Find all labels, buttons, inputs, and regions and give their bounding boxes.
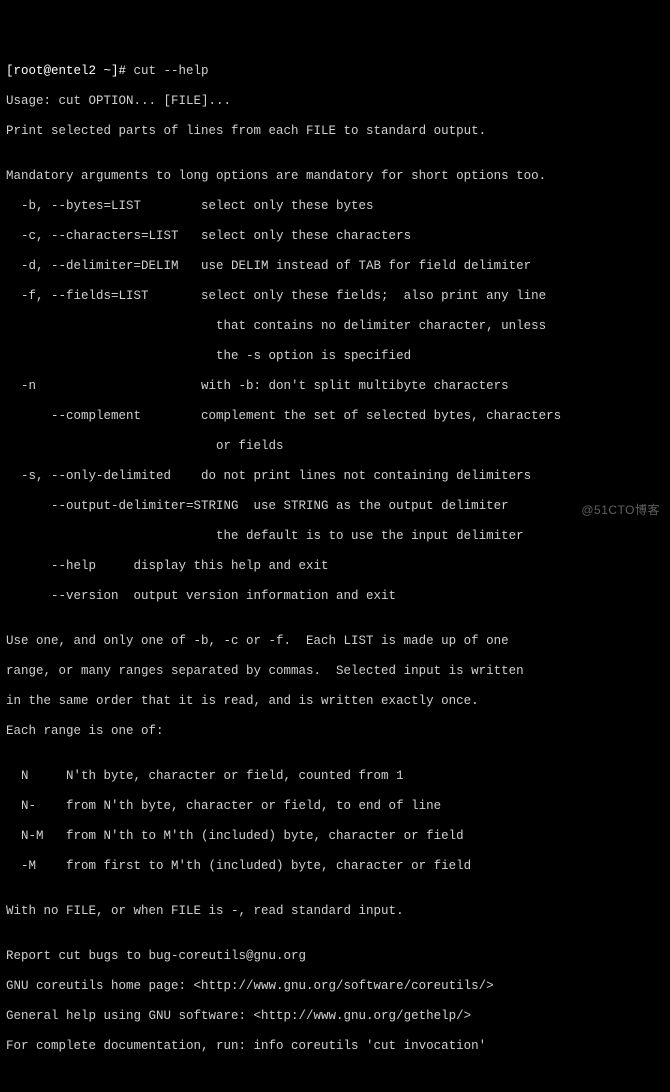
- output-line: For complete documentation, run: info co…: [6, 1039, 664, 1054]
- command-text: cut --help: [126, 64, 209, 78]
- output-line: Use one, and only one of -b, -c or -f. E…: [6, 634, 664, 649]
- output-line: --help display this help and exit: [6, 559, 664, 574]
- output-line: -d, --delimiter=DELIM use DELIM instead …: [6, 259, 664, 274]
- watermark-text: @51CTO博客: [581, 503, 660, 518]
- output-line: -f, --fields=LIST select only these fiel…: [6, 289, 664, 304]
- output-line: Usage: cut OPTION... [FILE]...: [6, 94, 664, 109]
- output-line: Report cut bugs to bug-coreutils@gnu.org: [6, 949, 664, 964]
- output-line: N-M from N'th to M'th (included) byte, c…: [6, 829, 664, 844]
- prompt-user-host: [root@entel2 ~]#: [6, 64, 126, 78]
- output-line: Mandatory arguments to long options are …: [6, 169, 664, 184]
- output-line: the default is to use the input delimite…: [6, 529, 664, 544]
- output-line: or fields: [6, 439, 664, 454]
- output-line: General help using GNU software: <http:/…: [6, 1009, 664, 1024]
- output-line: -b, --bytes=LIST select only these bytes: [6, 199, 664, 214]
- output-line: -c, --characters=LIST select only these …: [6, 229, 664, 244]
- output-line: N- from N'th byte, character or field, t…: [6, 799, 664, 814]
- output-line: -n with -b: don't split multibyte charac…: [6, 379, 664, 394]
- output-line: Each range is one of:: [6, 724, 664, 739]
- output-line: -M from first to M'th (included) byte, c…: [6, 859, 664, 874]
- output-line: that contains no delimiter character, un…: [6, 319, 664, 334]
- shell-prompt-line[interactable]: [root@entel2 ~]# cut --help: [6, 64, 664, 79]
- output-line: the -s option is specified: [6, 349, 664, 364]
- output-line: range, or many ranges separated by comma…: [6, 664, 664, 679]
- output-line: -s, --only-delimited do not print lines …: [6, 469, 664, 484]
- output-line: With no FILE, or when FILE is -, read st…: [6, 904, 664, 919]
- output-line: --output-delimiter=STRING use STRING as …: [6, 499, 664, 514]
- output-line: --complement complement the set of selec…: [6, 409, 664, 424]
- output-line: in the same order that it is read, and i…: [6, 694, 664, 709]
- output-line: GNU coreutils home page: <http://www.gnu…: [6, 979, 664, 994]
- output-line: --version output version information and…: [6, 589, 664, 604]
- output-line: Print selected parts of lines from each …: [6, 124, 664, 139]
- output-line: N N'th byte, character or field, counted…: [6, 769, 664, 784]
